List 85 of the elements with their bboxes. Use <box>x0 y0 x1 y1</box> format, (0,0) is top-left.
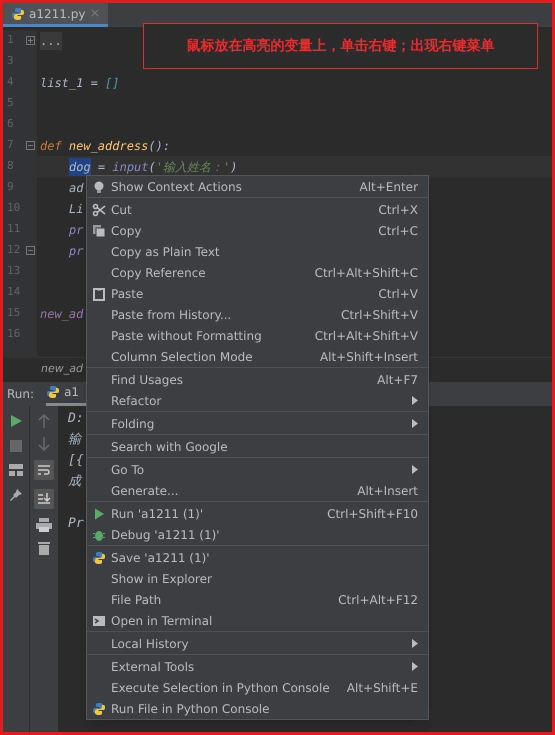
code-token: pr <box>69 222 84 238</box>
shortcut-label: Alt+F7 <box>377 372 419 388</box>
trash-icon[interactable] <box>38 540 50 554</box>
menu-item[interactable]: Run File in Python Console <box>87 698 428 719</box>
menu-item[interactable]: Copy Reference Ctrl+Alt+Shift+C <box>87 262 428 283</box>
scissors-icon <box>92 202 106 216</box>
menu-item[interactable]: Show in Explorer <box>87 568 428 589</box>
menu-item[interactable]: Copy as Plain Text <box>87 241 428 262</box>
annotation-note: 鼠标放在高亮的变量上，单击右键；出现右键菜单 <box>143 23 538 69</box>
console-line: [{ <box>68 452 84 468</box>
terminal-icon <box>92 614 106 628</box>
menu-item[interactable]: Folding <box>87 413 428 434</box>
python-file-icon <box>11 6 25 20</box>
clipboard-icon <box>92 286 106 300</box>
code-token: new_address <box>68 138 148 154</box>
python-icon <box>92 550 106 564</box>
console-line: 输 <box>68 432 81 446</box>
code-token: ad <box>69 180 84 196</box>
shortcut-label: Ctrl+Shift+V <box>341 306 419 324</box>
shortcut-label: Alt+Enter <box>359 178 419 196</box>
code-token: '输入姓名：' <box>156 158 230 176</box>
highlighted-variable: dog <box>69 158 91 176</box>
fold-icon[interactable] <box>26 141 35 150</box>
shortcut-label: Alt+Shift+Insert <box>320 348 419 366</box>
code-token: input <box>112 158 148 176</box>
shortcut-label: Ctrl+Shift+F10 <box>327 506 419 522</box>
menu-item[interactable]: Copy Ctrl+C <box>87 220 428 241</box>
copy-icon <box>92 224 106 238</box>
menu-item[interactable]: Execute Selection in Python Console Alt+Shift+E <box>87 677 428 698</box>
layout-icon[interactable] <box>9 464 23 476</box>
run-label: Run: <box>7 386 34 402</box>
menu-item[interactable]: Show Context Actions Alt+Enter <box>87 176 428 197</box>
breadcrumb[interactable]: new_ad <box>41 361 83 378</box>
shortcut-label: Ctrl+V <box>378 286 419 302</box>
code-token: ... <box>40 32 62 50</box>
code-token: def <box>40 138 63 154</box>
play-icon[interactable] <box>9 414 23 428</box>
code-token: = <box>96 158 106 176</box>
menu-item[interactable]: Find Usages Alt+F7 <box>87 369 428 390</box>
shortcut-label: Ctrl+X <box>378 202 419 218</box>
menu-item[interactable]: Search with Google <box>87 436 428 457</box>
file-tab-label: a1211.py <box>29 6 86 22</box>
code-token: list_1 = <box>40 74 99 92</box>
menu-item[interactable]: Save 'a1211 (1)' <box>87 547 428 568</box>
wrap-icon[interactable] <box>34 460 54 480</box>
shortcut-label: Ctrl+Alt+F12 <box>338 592 419 608</box>
code-token: (): <box>148 138 170 154</box>
shortcut-label: Alt+Insert <box>357 482 419 500</box>
python-icon <box>46 385 60 399</box>
code-token: ( <box>148 158 156 176</box>
menu-item[interactable]: Column Selection Mode Alt+Shift+Insert <box>87 346 428 367</box>
menu-item[interactable]: Paste from History... Ctrl+Shift+V <box>87 304 428 325</box>
code-token: ) <box>230 158 238 176</box>
scroll-end-icon[interactable] <box>34 488 54 508</box>
code-token: [] <box>105 74 120 92</box>
menu-item[interactable]: File Path Ctrl+Alt+F12 <box>87 589 428 610</box>
pin-icon[interactable] <box>9 488 23 502</box>
shortcut-label: Ctrl+C <box>378 222 419 240</box>
console-line: Pr <box>68 516 84 530</box>
code-token: Li <box>69 200 84 218</box>
console-line: 成 <box>68 474 81 488</box>
menu-item[interactable]: Go To <box>87 459 428 480</box>
print-icon[interactable] <box>36 518 52 532</box>
menu-item[interactable]: Open in Terminal <box>87 610 428 631</box>
menu-item[interactable]: Debug 'a1211 (1)' <box>87 524 428 545</box>
console-line: D: <box>68 410 84 426</box>
code-token: pr <box>69 242 84 260</box>
menu-item[interactable]: Refactor <box>87 390 428 411</box>
python-icon <box>92 702 106 716</box>
menu-item[interactable]: Paste without Formatting Ctrl+Alt+Shift+V <box>87 325 428 346</box>
play-icon <box>92 506 106 520</box>
code-token: new_ad <box>40 306 84 322</box>
menu-item[interactable]: Run 'a1211 (1)' Ctrl+Shift+F10 <box>87 503 428 524</box>
shortcut-label: Ctrl+Alt+Shift+V <box>314 328 419 344</box>
menu-item[interactable]: Generate... Alt+Insert <box>87 480 428 501</box>
shortcut-label: Ctrl+Alt+Shift+C <box>314 264 419 282</box>
file-tab[interactable]: a1211.py × <box>3 3 108 27</box>
menu-item[interactable]: External Tools <box>87 656 428 677</box>
shortcut-label: Alt+Shift+E <box>346 680 419 696</box>
fold-icon[interactable] <box>26 36 35 45</box>
menu-item[interactable]: Cut Ctrl+X <box>87 199 428 220</box>
fold-icon[interactable] <box>26 246 35 255</box>
menu-item[interactable]: Local History <box>87 633 428 654</box>
menu-item[interactable]: Paste Ctrl+V <box>87 283 428 304</box>
bulb-icon <box>92 180 106 194</box>
